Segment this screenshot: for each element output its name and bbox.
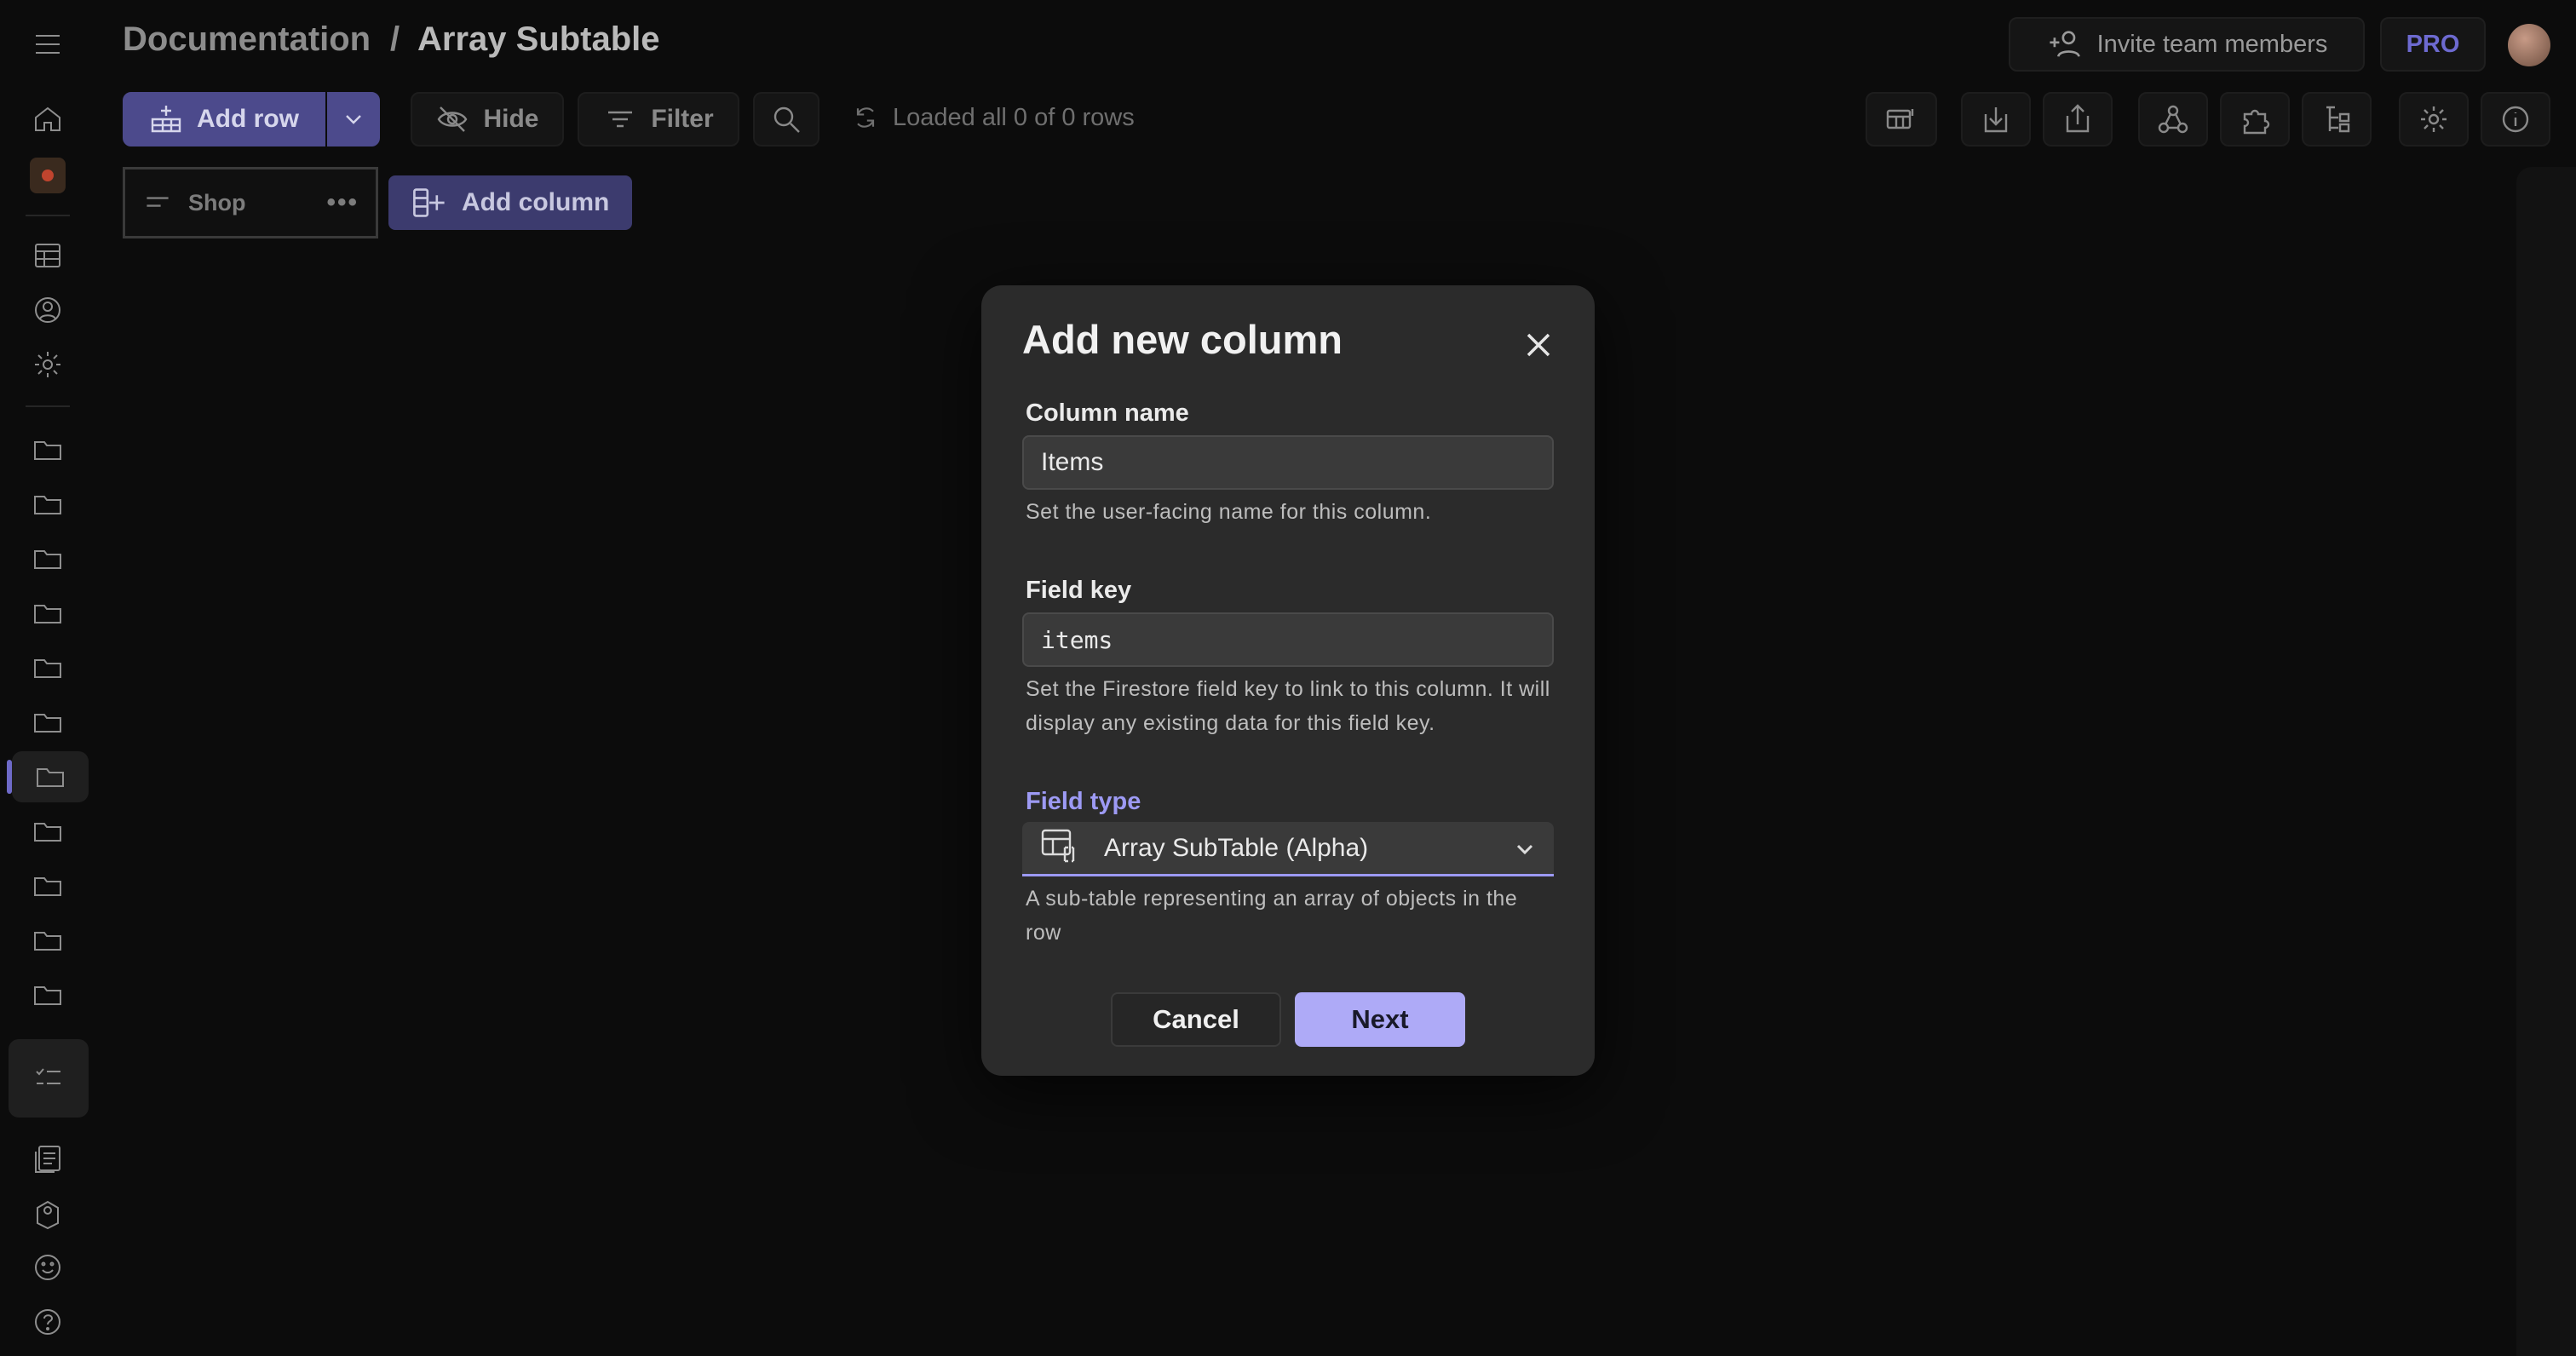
field-type-value: Array SubTable (Alpha): [1104, 833, 1369, 862]
folder-icon[interactable]: [22, 860, 73, 911]
rail-divider: [26, 405, 70, 407]
next-button[interactable]: Next: [1295, 992, 1465, 1047]
column-name-label: Column name: [1026, 399, 1189, 427]
chevron-down-icon: [346, 115, 361, 124]
close-button[interactable]: [1518, 325, 1559, 365]
checklist-icon[interactable]: [9, 1039, 89, 1118]
column-header-shop[interactable]: Shop •••: [123, 167, 378, 238]
column-name-help: Set the user-facing name for this column…: [1026, 500, 1432, 524]
folder-icon[interactable]: [22, 588, 73, 639]
user-account-icon[interactable]: [22, 284, 73, 336]
breadcrumb-separator: /: [390, 20, 400, 58]
filter-label: Filter: [651, 105, 714, 133]
feedback-smile-icon[interactable]: [22, 1242, 73, 1293]
hide-label: Hide: [483, 105, 539, 133]
search-icon: [773, 106, 800, 133]
add-row-button[interactable]: Add row: [123, 92, 325, 147]
more-options-icon[interactable]: •••: [326, 188, 359, 217]
table-view-button[interactable]: [1866, 92, 1937, 147]
add-column-label: Add column: [462, 188, 610, 216]
field-key-help: Set the Firestore field key to link to t…: [1026, 677, 1550, 735]
field-type-help: A sub-table representing an array of obj…: [1026, 887, 1518, 945]
table-info-button[interactable]: [2481, 92, 2550, 147]
search-button[interactable]: [753, 92, 819, 147]
load-status-text: Loaded all 0 of 0 rows: [893, 103, 1135, 131]
chevron-down-icon: [1511, 836, 1538, 870]
breadcrumb-parent[interactable]: Documentation: [123, 20, 371, 59]
short-text-icon: [147, 197, 169, 207]
eye-off-icon: [438, 106, 468, 132]
gear-icon: [2421, 106, 2447, 132]
project-avatar[interactable]: [22, 150, 73, 201]
folder-icon[interactable]: [22, 424, 73, 475]
load-status: Loaded all 0 of 0 rows: [850, 102, 1135, 133]
import-icon: [1984, 107, 2008, 133]
folder-icon[interactable]: [22, 969, 73, 1020]
add-column-icon: [413, 188, 445, 217]
webhook-icon: [2158, 105, 2188, 134]
folder-icon[interactable]: [22, 915, 73, 966]
left-nav-rail: [0, 0, 95, 1356]
export-button[interactable]: [2043, 92, 2113, 147]
menu-icon[interactable]: [22, 19, 73, 70]
pro-badge[interactable]: PRO: [2380, 17, 2486, 72]
docs-icon[interactable]: [22, 1133, 73, 1184]
add-row-label: Add row: [197, 105, 299, 133]
webhooks-button[interactable]: [2138, 92, 2208, 147]
puzzle-icon: [2243, 109, 2270, 135]
column-name-input[interactable]: Items: [1022, 435, 1554, 490]
array-subtable-icon: [1039, 825, 1078, 871]
add-column-button[interactable]: Add column: [388, 175, 632, 230]
cloud-logs-button[interactable]: [2302, 92, 2372, 147]
import-button[interactable]: [1961, 92, 2031, 147]
dialog-title: Add new column: [1022, 317, 1343, 362]
field-key-label: Field key: [1026, 577, 1132, 604]
column-shop-label: Shop: [188, 189, 246, 215]
add-row-dropdown[interactable]: [327, 92, 380, 147]
settings-icon[interactable]: [22, 339, 73, 390]
export-icon: [2066, 104, 2090, 133]
close-icon: [1527, 333, 1550, 357]
folder-icon[interactable]: [22, 533, 73, 584]
folder-icon[interactable]: [22, 806, 73, 857]
extensions-button[interactable]: [2220, 92, 2290, 147]
page-title: Array Subtable: [417, 20, 660, 58]
add-row-icon: [151, 106, 181, 133]
side-drawer-edge: [2516, 167, 2576, 1356]
filter-button[interactable]: Filter: [578, 92, 739, 147]
rail-divider: [26, 215, 70, 216]
field-type-label: Field type: [1026, 788, 1141, 815]
hide-button[interactable]: Hide: [411, 92, 564, 147]
help-icon[interactable]: [22, 1296, 73, 1347]
info-icon: [2502, 106, 2529, 133]
avatar[interactable]: [2508, 24, 2550, 66]
learn-icon[interactable]: [22, 1187, 73, 1238]
folder-icon[interactable]: [22, 697, 73, 748]
invite-team-label: Invite team members: [2096, 30, 2328, 58]
folder-icon[interactable]: [22, 642, 73, 693]
table-settings-button[interactable]: [2399, 92, 2469, 147]
field-key-input[interactable]: items: [1022, 612, 1554, 667]
add-column-dialog: Add new column Column name Items Set the…: [981, 285, 1595, 1076]
tables-icon[interactable]: [22, 230, 73, 281]
home-icon[interactable]: [22, 94, 73, 145]
folder-icon-active[interactable]: [12, 751, 89, 802]
tree-icon: [2326, 106, 2350, 133]
sync-icon: [856, 107, 875, 128]
add-person-icon: [2050, 31, 2080, 57]
field-type-select[interactable]: Array SubTable (Alpha): [1022, 822, 1554, 876]
folder-icon[interactable]: [22, 479, 73, 530]
cancel-button[interactable]: Cancel: [1111, 992, 1281, 1047]
filter-icon: [608, 111, 633, 128]
table-settings-icon: [1886, 109, 1914, 129]
invite-team-button[interactable]: Invite team members: [2009, 17, 2365, 72]
